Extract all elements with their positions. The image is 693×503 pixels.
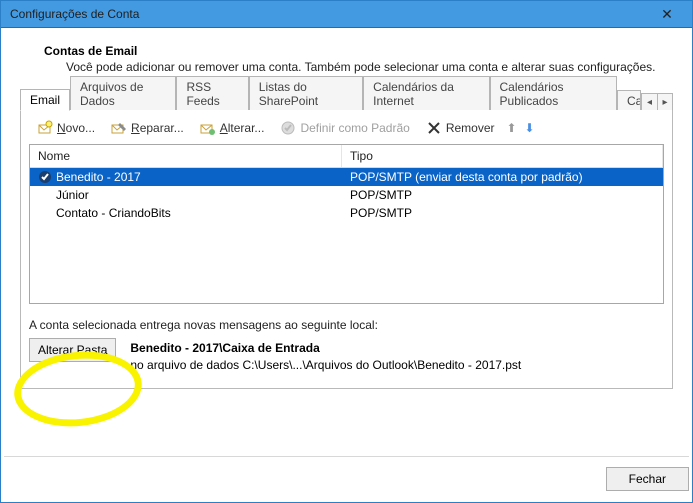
new-label: Novo... [57,121,95,135]
repair-account-button[interactable]: Reparar... [103,118,192,138]
repair-icon [111,120,127,136]
table-row[interactable]: Contato - CriandoBits POP/SMTP [30,204,663,222]
change-account-button[interactable]: Alterar... [192,118,273,138]
default-check-icon [38,170,52,184]
section-subheading: Você pode adicionar ou remover uma conta… [66,60,677,74]
accounts-table: Nome Tipo Benedito - 2017 POP/SMTP (envi… [29,144,664,304]
account-type: POP/SMTP [342,205,663,221]
close-button-label: Fechar [629,472,666,486]
delivery-location-intro: A conta selecionada entrega novas mensag… [29,318,664,332]
account-type: POP/SMTP (enviar desta conta por padrão) [342,169,663,185]
column-header-type[interactable]: Tipo [342,145,663,167]
table-row[interactable]: Benedito - 2017 POP/SMTP (enviar desta c… [30,168,663,186]
remove-icon [426,120,442,136]
table-row[interactable]: Júnior POP/SMTP [30,186,663,204]
tab-scroll-right-icon[interactable]: ▸ [657,94,672,111]
change-icon [200,120,216,136]
tab-email[interactable]: Email [20,89,70,111]
close-button[interactable]: Fechar [606,467,689,491]
tab-data-files[interactable]: Arquivos de Dados [70,76,176,111]
section-heading: Contas de Email [44,44,677,58]
change-label: Alterar... [220,121,265,135]
titlebar: Configurações de Conta ✕ [0,0,693,28]
tab-scroll-left-icon[interactable]: ◂ [642,94,657,111]
change-folder-button[interactable]: Alterar Pasta [29,338,116,362]
email-toolbar: Novo... Reparar... Alterar... Definir co… [21,110,672,144]
close-icon[interactable]: ✕ [651,0,683,28]
change-folder-label: Alterar Pasta [38,343,107,357]
set-default-label: Definir como Padrão [300,121,409,135]
account-name: Júnior [56,188,89,202]
new-account-button[interactable]: Novo... [29,118,103,138]
dialog-footer: Fechar [4,456,689,491]
new-icon [37,120,53,136]
email-panel: Novo... Reparar... Alterar... Definir co… [20,110,673,389]
tab-sharepoint[interactable]: Listas do SharePoint [249,76,363,111]
tab-internet-cal[interactable]: Calendários da Internet [363,76,489,111]
set-default-button: Definir como Padrão [272,118,417,138]
delivery-folder-path: Benedito - 2017\Caixa de Entrada [130,341,319,355]
window-title: Configurações de Conta [10,0,139,28]
move-down-icon[interactable]: ⬇ [521,121,539,135]
repair-label: Reparar... [131,121,184,135]
account-type: POP/SMTP [342,187,663,203]
tab-published-cal[interactable]: Calendários Publicados [490,76,617,111]
column-header-name[interactable]: Nome [30,145,342,167]
remove-account-button[interactable]: Remover [418,118,503,138]
move-up-icon: ⬆ [503,121,521,135]
tab-truncated[interactable]: Ca [617,90,641,111]
tab-rss[interactable]: RSS Feeds [176,76,248,111]
account-name: Contato - CriandoBits [56,206,171,220]
delivery-location-detail: Benedito - 2017\Caixa de Entrada no arqu… [130,340,521,374]
delivery-file-path: no arquivo de dados C:\Users\...\Arquivo… [130,358,521,372]
default-icon [280,120,296,136]
remove-label: Remover [446,121,495,135]
tabs-row: Email Arquivos de Dados RSS Feeds Listas… [20,88,673,110]
account-name: Benedito - 2017 [56,170,141,184]
